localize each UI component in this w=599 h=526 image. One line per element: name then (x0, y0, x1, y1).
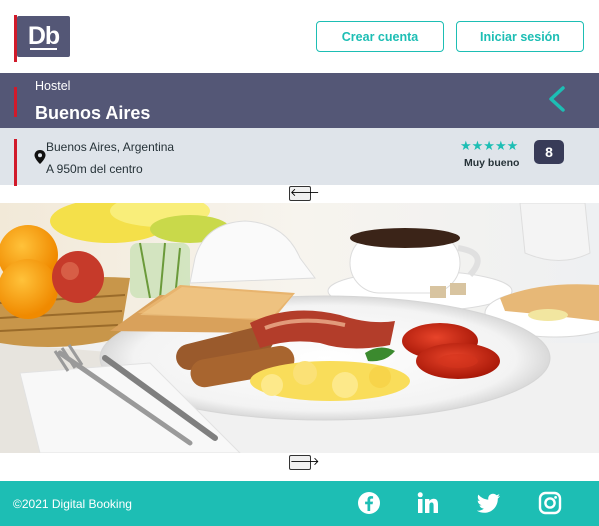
hotel-photo[interactable] (0, 203, 599, 453)
star-rating: ★★★★★ (460, 138, 519, 153)
logo[interactable]: Db (17, 16, 70, 57)
location-accent-bar (14, 139, 17, 186)
twitter-icon[interactable] (477, 491, 501, 515)
hotel-address: Buenos Aires, Argentina (46, 140, 175, 154)
title-accent-bar (14, 87, 17, 117)
rating-label: Muy bueno (464, 157, 520, 169)
copyright-text: ©2021 Digital Booking (13, 497, 132, 511)
score-badge: 8 (534, 140, 564, 164)
hotel-name: Buenos Aires (35, 103, 151, 123)
breakfast-photo-illustration (0, 203, 599, 453)
login-button[interactable]: Iniciar sesión (456, 21, 584, 52)
hotel-title-band: Hostel Buenos Aires (0, 73, 599, 128)
hotel-category: Hostel (35, 79, 71, 93)
location-row: Buenos Aires, Argentina A 950m del centr… (0, 128, 599, 186)
gallery-prev-button[interactable]: 🡐 (289, 186, 320, 201)
top-header: Db Crear cuenta Iniciar sesión (0, 0, 599, 73)
gallery-next-button[interactable]: 🡒 (289, 455, 320, 470)
back-chevron-icon[interactable] (545, 85, 569, 113)
location-pin-icon (34, 150, 46, 164)
footer: ©2021 Digital Booking (0, 481, 599, 526)
linkedin-icon[interactable] (416, 491, 440, 515)
logo-text: Db (27, 22, 60, 50)
hotel-distance: A 950m del centro (46, 162, 143, 176)
create-account-button[interactable]: Crear cuenta (316, 21, 444, 52)
instagram-icon[interactable] (538, 491, 562, 515)
facebook-icon[interactable] (357, 491, 381, 515)
